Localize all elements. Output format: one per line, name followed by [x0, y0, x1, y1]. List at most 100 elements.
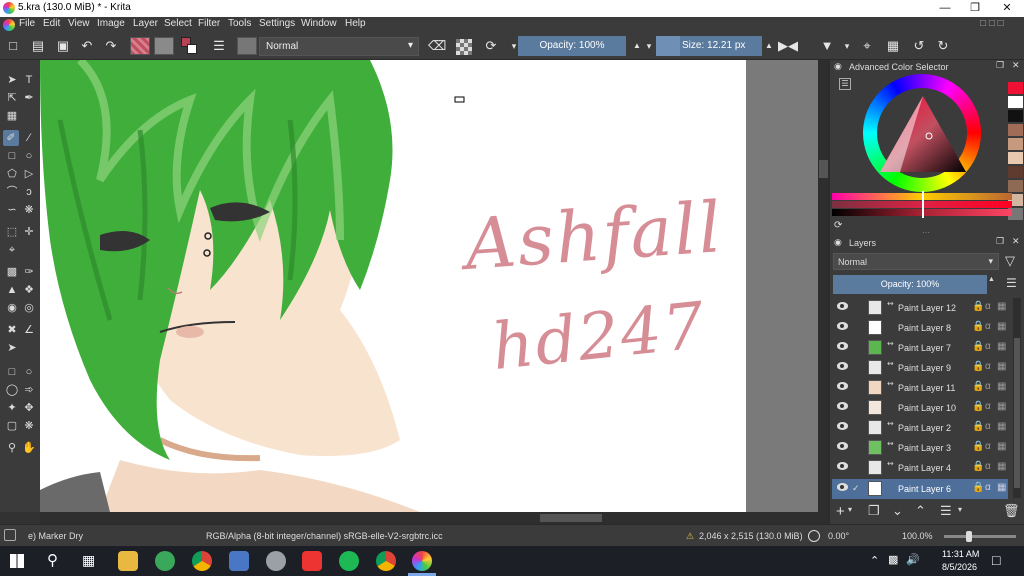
layer-row-selected[interactable]: ✓ Paint Layer 6 🔒 α ▦ — [832, 479, 1008, 499]
blend-mode-dropdown[interactable]: Normal ▾ — [259, 37, 419, 56]
alpha-inherit-icon[interactable]: α — [985, 461, 991, 472]
layer-lock-icon[interactable]: 🔒 — [972, 461, 984, 472]
wrap-around-icon[interactable]: ▦ — [884, 37, 902, 55]
app-icon[interactable] — [155, 551, 175, 571]
alpha-inherit-icon[interactable]: α — [985, 482, 991, 493]
rectangle-tool-icon[interactable]: □ — [4, 148, 20, 164]
save-icon[interactable]: ▣ — [54, 37, 72, 55]
pan-tool-icon[interactable]: ✋ — [21, 440, 37, 456]
alpha-inherit-icon[interactable]: α — [985, 401, 991, 412]
color-picker-icon[interactable]: ✑ — [21, 264, 37, 280]
colorize-mask-icon[interactable]: ▲ — [4, 282, 20, 298]
new-document-icon[interactable]: □ — [4, 37, 22, 55]
move-layer-down-icon[interactable]: ⌄ — [892, 503, 903, 519]
layer-opacity-slider[interactable]: Opacity: 100% — [833, 275, 987, 294]
chevron-down-icon[interactable]: ▾ — [848, 505, 852, 514]
visibility-eye-icon[interactable] — [837, 483, 848, 491]
krita-taskbar-icon[interactable] — [412, 551, 432, 571]
mirror-horizontal-icon[interactable]: ▶◀ — [778, 37, 798, 55]
close-dock-icon[interactable]: ✕ — [1012, 60, 1020, 71]
layer-row[interactable]: Paint Layer 10 🔒 α ▦ — [832, 398, 1008, 418]
layer-lock-icon[interactable]: 🔒 — [972, 341, 984, 352]
alpha-inherit-icon[interactable]: α — [985, 321, 991, 332]
layer-row[interactable]: ↭ Paint Layer 2 🔒 α ▦ — [832, 418, 1008, 438]
menu-filter[interactable]: Filter — [198, 18, 220, 29]
menu-view[interactable]: View — [68, 18, 90, 29]
brush-settings-icon[interactable]: ☰ — [210, 37, 228, 55]
visibility-eye-icon[interactable] — [837, 442, 848, 450]
chevron-down-icon[interactable]: ▾ — [958, 505, 962, 514]
assistant-icon[interactable]: ✖ — [4, 322, 20, 338]
visibility-eye-icon[interactable] — [837, 382, 848, 390]
layer-lock-icon[interactable]: 🔒 — [972, 361, 984, 372]
undo-icon[interactable]: ↶ — [78, 37, 96, 55]
enclose-fill-icon[interactable]: ◎ — [21, 300, 37, 316]
alpha-inherit-icon[interactable]: α — [985, 361, 991, 372]
menu-settings[interactable]: Settings — [259, 18, 295, 29]
layer-row[interactable]: ↭ Paint Layer 4 🔒 α ▦ — [832, 458, 1008, 478]
crop-icon[interactable]: ⌖ — [858, 37, 876, 55]
redo-icon[interactable]: ↷ — [102, 37, 120, 55]
calligraphy-icon[interactable]: ✒ — [21, 90, 37, 106]
polygon-select-icon[interactable]: ◯ — [4, 382, 20, 398]
notifications-icon[interactable]: □ — [992, 552, 1000, 568]
alpha-lock-icon[interactable]: ▦ — [997, 301, 1006, 312]
ellipse-select-icon[interactable]: ○ — [21, 364, 37, 380]
bezier-tool-icon[interactable]: ⌒ — [4, 184, 20, 200]
reset-color-icon[interactable]: ⟳ — [834, 220, 842, 231]
alpha-inherit-icon[interactable]: α — [985, 381, 991, 392]
menu-layer[interactable]: Layer — [133, 18, 158, 29]
vertical-scrollbar[interactable] — [818, 60, 829, 512]
open-document-icon[interactable]: ▤ — [29, 37, 47, 55]
alpha-lock-icon[interactable]: ▦ — [997, 381, 1006, 392]
spotify-icon[interactable] — [339, 551, 359, 571]
smart-patch-icon[interactable]: ❖ — [21, 282, 37, 298]
layer-row[interactable]: Paint Layer 8 🔒 α ▦ — [832, 318, 1008, 338]
alpha-inherit-icon[interactable]: α — [985, 301, 991, 312]
layer-lock-icon[interactable]: 🔒 — [972, 482, 984, 493]
similar-select-icon[interactable]: ✥ — [21, 400, 37, 416]
multibrush-icon[interactable]: ❋ — [21, 202, 37, 218]
delete-layer-icon[interactable]: 🗑 — [1003, 503, 1020, 519]
slider-indicator[interactable] — [922, 191, 924, 218]
opacity-slider[interactable]: Opacity: 100% — [518, 36, 626, 56]
search-icon[interactable]: ⚲ — [47, 551, 58, 569]
layer-lock-icon[interactable]: 🔒 — [972, 401, 984, 412]
zoom-slider-handle[interactable] — [966, 531, 972, 542]
chrome-icon[interactable] — [192, 551, 212, 571]
move-tool-icon[interactable]: ✛ — [21, 224, 37, 240]
color-history-swatch[interactable] — [1008, 138, 1023, 150]
transform-tool-icon[interactable]: ⬚ — [4, 224, 20, 240]
background-color-icon[interactable] — [187, 44, 197, 54]
zoom-tool-icon[interactable]: ⚲ — [4, 440, 20, 456]
alpha-lock-icon[interactable]: ▦ — [997, 361, 1006, 372]
alpha-lock-icon[interactable]: ▦ — [997, 341, 1006, 352]
gradient-selector-icon[interactable] — [130, 37, 150, 55]
selector-settings-icon[interactable]: ☰ — [839, 78, 851, 90]
layers-scroll-thumb[interactable] — [1014, 338, 1020, 488]
horizontal-scrollbar[interactable] — [40, 512, 829, 524]
drawing-canvas[interactable]: Ashfall hd247 — [40, 60, 746, 512]
reload-preset-icon[interactable]: ⟳ — [482, 37, 500, 55]
rotate-right-icon[interactable]: ↻ — [934, 37, 952, 55]
layer-row[interactable]: ↭ Paint Layer 9 🔒 α ▦ — [832, 358, 1008, 378]
layer-lock-icon[interactable]: 🔒 — [972, 381, 984, 392]
text-tool-icon[interactable]: T — [21, 72, 37, 88]
brush-preset-icon[interactable] — [237, 37, 257, 55]
fill-tool-icon[interactable]: ◉ — [4, 300, 20, 316]
menu-select[interactable]: Select — [164, 18, 192, 29]
youtube-icon[interactable] — [302, 551, 322, 571]
mdi-controls-icon[interactable]: □ □ □ — [980, 18, 1004, 29]
layer-row[interactable]: ↭ Paint Layer 3 🔒 α ▦ — [832, 438, 1008, 458]
menu-edit[interactable]: Edit — [43, 18, 60, 29]
menu-help[interactable]: Help — [345, 18, 366, 29]
close-dock-icon[interactable]: ✕ — [1012, 236, 1020, 247]
maximize-icon[interactable]: ❐ — [960, 0, 990, 17]
alpha-inherit-icon[interactable]: α — [985, 421, 991, 432]
visibility-eye-icon[interactable] — [837, 322, 848, 330]
layer-properties-icon[interactable]: ☰ — [940, 503, 952, 519]
reference-tool-icon[interactable]: ➤ — [4, 340, 20, 356]
alpha-lock-icon[interactable]: ▦ — [997, 401, 1006, 412]
visibility-eye-icon[interactable] — [837, 402, 848, 410]
layer-row[interactable]: ↭ Paint Layer 12 🔒 α ▦ — [832, 298, 1008, 318]
